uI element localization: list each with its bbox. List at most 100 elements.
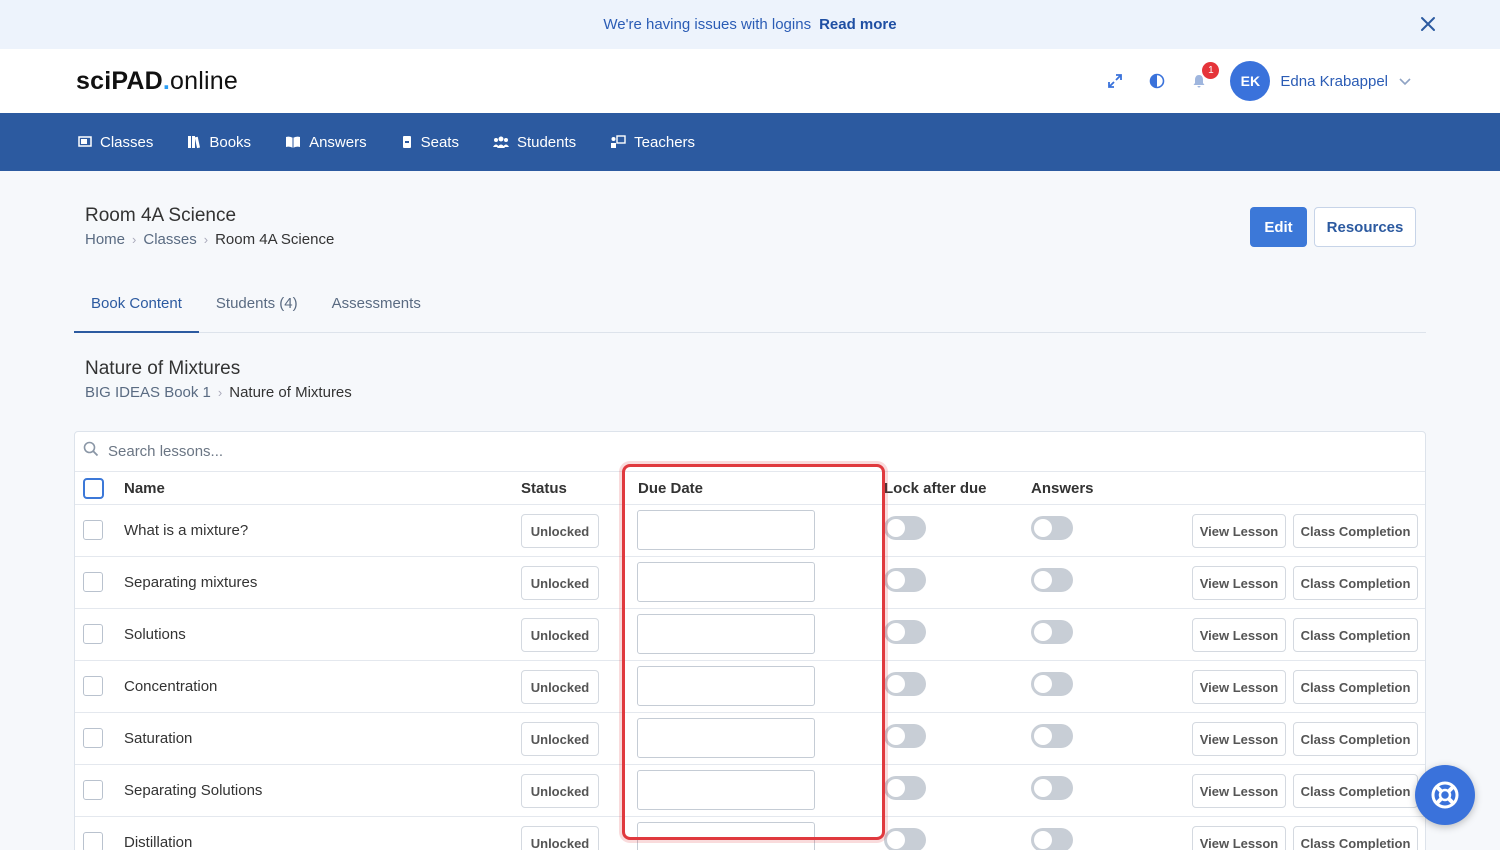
edit-button[interactable]: Edit — [1250, 207, 1307, 247]
section-title: Nature of Mixtures — [85, 358, 241, 379]
row-checkbox[interactable] — [83, 624, 103, 644]
view-lesson-button[interactable]: View Lesson — [1192, 670, 1286, 704]
resources-button[interactable]: Resources — [1314, 207, 1416, 247]
lesson-name: What is a mixture? — [124, 522, 249, 539]
chevron-right-icon: › — [132, 232, 137, 247]
due-date-input[interactable] — [637, 718, 815, 758]
breadcrumb-book[interactable]: BIG IDEAS Book 1 — [85, 384, 211, 401]
class-completion-button[interactable]: Class Completion — [1293, 670, 1418, 704]
lesson-name: Distillation — [124, 834, 193, 850]
contrast-icon[interactable] — [1148, 72, 1166, 90]
chevron-down-icon[interactable] — [1398, 74, 1412, 88]
lock-after-due-toggle[interactable] — [884, 776, 926, 800]
view-lesson-button[interactable]: View Lesson — [1192, 566, 1286, 600]
answers-toggle[interactable] — [1031, 776, 1073, 800]
nav-item-classes[interactable]: Classes — [78, 134, 153, 151]
open-book-icon — [286, 136, 301, 148]
row-checkbox[interactable] — [83, 832, 103, 850]
lock-after-due-toggle[interactable] — [884, 568, 926, 592]
nav-item-seats[interactable]: Seats — [401, 134, 459, 151]
class-completion-button[interactable]: Class Completion — [1293, 826, 1418, 850]
tab-students[interactable]: Students (4) — [199, 283, 315, 333]
lesson-name: Separating Solutions — [124, 782, 263, 799]
nav-item-teachers[interactable]: Teachers — [610, 134, 695, 151]
answers-toggle[interactable] — [1031, 516, 1073, 540]
lesson-name: Concentration — [124, 678, 218, 695]
section-breadcrumb: BIG IDEAS Book 1 › Nature of Mixtures — [85, 384, 352, 401]
status-button[interactable]: Unlocked — [521, 774, 599, 808]
search-input[interactable] — [108, 443, 608, 460]
row-checkbox[interactable] — [83, 676, 103, 696]
class-completion-button[interactable]: Class Completion — [1293, 566, 1418, 600]
select-all-checkbox[interactable] — [83, 478, 104, 499]
banner-read-more-link[interactable]: Read more — [819, 16, 897, 33]
status-button[interactable]: Unlocked — [521, 514, 599, 548]
due-date-input[interactable] — [637, 562, 815, 602]
lifebuoy-icon — [1431, 781, 1459, 809]
lock-after-due-toggle[interactable] — [884, 516, 926, 540]
view-lesson-button[interactable]: View Lesson — [1192, 774, 1286, 808]
status-button[interactable]: Unlocked — [521, 826, 599, 850]
status-button[interactable]: Unlocked — [521, 618, 599, 652]
breadcrumb-current: Room 4A Science — [215, 231, 335, 248]
row-checkbox[interactable] — [83, 572, 103, 592]
answers-toggle[interactable] — [1031, 672, 1073, 696]
lock-after-due-toggle[interactable] — [884, 620, 926, 644]
nav-item-students[interactable]: Students — [492, 134, 576, 151]
table-row: What is a mixture? Unlocked View Lesson Cla… — [75, 505, 1425, 557]
row-checkbox[interactable] — [83, 520, 103, 540]
class-completion-button[interactable]: Class Completion — [1293, 774, 1418, 808]
user-name[interactable]: Edna Krabappel — [1280, 73, 1388, 90]
table-row: Concentration Unlocked View Lesson Class Co… — [75, 661, 1425, 713]
expand-icon[interactable] — [1106, 72, 1124, 90]
page-title: Room 4A Science — [85, 205, 237, 226]
class-completion-button[interactable]: Class Completion — [1293, 514, 1418, 548]
status-button[interactable]: Unlocked — [521, 566, 599, 600]
header-name: Name — [124, 480, 165, 497]
table-row: Saturation Unlocked View Lesson Class Compl… — [75, 713, 1425, 765]
table-header: Name Status Due Date Lock after due Answ… — [75, 472, 1425, 505]
nav-item-books[interactable]: Books — [187, 134, 251, 151]
class-completion-button[interactable]: Class Completion — [1293, 722, 1418, 756]
row-checkbox[interactable] — [83, 780, 103, 800]
close-icon[interactable] — [1418, 14, 1438, 34]
answers-toggle[interactable] — [1031, 724, 1073, 748]
lock-after-due-toggle[interactable] — [884, 672, 926, 696]
breadcrumb-home[interactable]: Home — [85, 231, 125, 248]
answers-toggle[interactable] — [1031, 828, 1073, 850]
scipad-logo[interactable]: sciPAD.online — [76, 67, 238, 96]
view-lesson-button[interactable]: View Lesson — [1192, 618, 1286, 652]
nav-item-answers[interactable]: Answers — [285, 134, 367, 151]
tab-book-content[interactable]: Book Content — [74, 283, 199, 333]
row-checkbox[interactable] — [83, 728, 103, 748]
due-date-input[interactable] — [637, 822, 815, 850]
lesson-name: Saturation — [124, 730, 193, 747]
avatar[interactable]: EK — [1230, 61, 1271, 101]
table-row: Distillation Unlocked View Lesson Class Com… — [75, 817, 1425, 850]
status-button[interactable]: Unlocked — [521, 722, 599, 756]
due-date-input[interactable] — [637, 770, 815, 810]
table-row: Solutions Unlocked View Lesson Class Comple… — [75, 609, 1425, 661]
view-lesson-button[interactable]: View Lesson — [1192, 722, 1286, 756]
status-button[interactable]: Unlocked — [521, 670, 599, 704]
lock-after-due-toggle[interactable] — [884, 828, 926, 850]
chevron-right-icon: › — [217, 385, 223, 400]
chevron-right-icon: › — [203, 232, 209, 247]
lesson-name: Separating mixtures — [124, 574, 258, 591]
answers-toggle[interactable] — [1031, 568, 1073, 592]
view-lesson-button[interactable]: View Lesson — [1192, 826, 1286, 850]
notification-badge: 1 — [1202, 62, 1220, 79]
help-button[interactable] — [1415, 765, 1475, 825]
due-date-input[interactable] — [637, 510, 815, 550]
bell-icon[interactable]: 1 — [1190, 62, 1220, 90]
lock-after-due-toggle[interactable] — [884, 724, 926, 748]
answers-toggle[interactable] — [1031, 620, 1073, 644]
due-date-input[interactable] — [637, 614, 815, 654]
students-icon — [492, 136, 509, 148]
breadcrumb-classes[interactable]: Classes — [143, 231, 196, 248]
view-lesson-button[interactable]: View Lesson — [1192, 514, 1286, 548]
lessons-table: Name Status Due Date Lock after due Answ… — [74, 431, 1426, 850]
class-completion-button[interactable]: Class Completion — [1293, 618, 1418, 652]
tab-assessments[interactable]: Assessments — [315, 283, 438, 333]
due-date-input[interactable] — [637, 666, 815, 706]
